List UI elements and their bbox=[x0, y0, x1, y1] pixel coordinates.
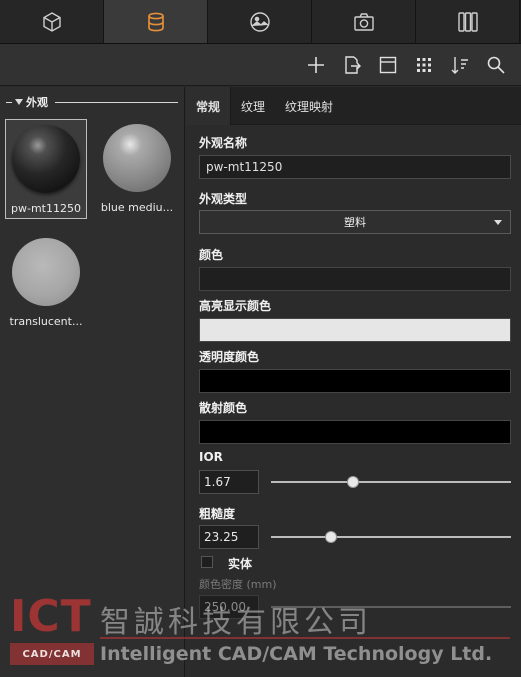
group-divider bbox=[55, 101, 178, 103]
solid-label: 实体 bbox=[228, 557, 253, 571]
image-icon bbox=[249, 11, 270, 32]
appearance-item-name: blue mediu... bbox=[100, 201, 174, 214]
transparency-color-swatch[interactable] bbox=[199, 369, 511, 393]
tab-appearance[interactable] bbox=[104, 0, 208, 43]
panel-icon bbox=[379, 56, 397, 73]
appearance-item-name: pw-mt11250 bbox=[11, 202, 81, 215]
grid-view-icon bbox=[417, 57, 431, 72]
properties-tabs: 常规 纹理 纹理映射 bbox=[186, 87, 521, 125]
color-density-input[interactable]: 250.00 bbox=[199, 595, 259, 619]
appearance-type-label: 外观类型 bbox=[199, 192, 248, 206]
color-swatch[interactable] bbox=[199, 267, 511, 291]
tab-general[interactable]: 常规 bbox=[186, 87, 232, 125]
roughness-input[interactable]: 23.25 bbox=[199, 525, 259, 549]
cube-icon bbox=[42, 11, 61, 32]
scatter-color-swatch[interactable] bbox=[199, 420, 511, 444]
slider-thumb[interactable] bbox=[325, 531, 337, 543]
export-icon bbox=[345, 55, 361, 74]
scatter-color-label: 散射颜色 bbox=[199, 401, 248, 415]
tab-model[interactable] bbox=[0, 0, 104, 43]
search-icon bbox=[487, 56, 505, 74]
appearance-item[interactable]: translucent... bbox=[5, 233, 87, 333]
appearance-properties-panel: 常规 纹理 纹理映射 外观名称 pw-mt11250 外观类型 塑料 颜色 高亮… bbox=[186, 87, 521, 677]
appearance-item[interactable]: pw-mt11250 bbox=[5, 119, 87, 219]
sort-icon bbox=[451, 56, 468, 74]
ior-label: IOR bbox=[199, 450, 223, 464]
export-button[interactable] bbox=[341, 54, 363, 76]
appearance-name-label: 外观名称 bbox=[199, 136, 248, 150]
highlight-color-label: 高亮显示颜色 bbox=[199, 299, 272, 313]
appearance-item-name: translucent... bbox=[9, 315, 83, 328]
group-label: 外观 bbox=[26, 96, 48, 109]
add-button[interactable] bbox=[305, 54, 327, 76]
slider-track bbox=[271, 536, 511, 538]
chevron-down-icon bbox=[494, 220, 502, 225]
slider-thumb[interactable] bbox=[346, 476, 359, 488]
appearance-preview-blue-sphere bbox=[103, 124, 171, 192]
roughness-slider[interactable] bbox=[271, 531, 511, 543]
ior-input[interactable]: 1.67 bbox=[199, 470, 259, 494]
appearance-preview-translucent-sphere bbox=[12, 238, 80, 306]
tab-scene[interactable] bbox=[208, 0, 312, 43]
transparency-color-label: 透明度颜色 bbox=[199, 350, 260, 364]
group-header[interactable]: 外观 bbox=[6, 95, 178, 109]
roughness-label: 粗糙度 bbox=[199, 507, 236, 521]
group-dash bbox=[6, 101, 12, 103]
appearance-item[interactable]: blue mediu... bbox=[96, 119, 178, 219]
color-label: 颜色 bbox=[199, 248, 224, 262]
appearance-type-select[interactable]: 塑料 bbox=[199, 210, 511, 234]
camera-icon bbox=[353, 12, 374, 31]
highlight-color-swatch[interactable] bbox=[199, 318, 511, 342]
slider-track bbox=[271, 606, 511, 608]
tab-layout[interactable] bbox=[416, 0, 520, 43]
sort-button[interactable] bbox=[449, 54, 471, 76]
solid-checkbox[interactable] bbox=[201, 556, 213, 568]
tab-texture[interactable]: 纹理 bbox=[231, 87, 275, 125]
appearance-preview-dark-sphere bbox=[12, 125, 80, 193]
appearance-name-input[interactable]: pw-mt11250 bbox=[199, 155, 511, 179]
library-toolbar bbox=[0, 44, 521, 86]
search-button[interactable] bbox=[485, 54, 507, 76]
slider-track bbox=[271, 481, 511, 483]
chevron-down-icon bbox=[15, 99, 23, 105]
color-density-label: 颜色密度 (mm) bbox=[199, 578, 277, 591]
color-density-slider[interactable] bbox=[271, 601, 511, 613]
add-icon bbox=[308, 56, 324, 73]
columns-icon bbox=[457, 11, 478, 32]
tab-camera[interactable] bbox=[312, 0, 416, 43]
panel-button[interactable] bbox=[377, 54, 399, 76]
top-tab-bar bbox=[0, 0, 521, 44]
grid-view-button[interactable] bbox=[413, 54, 435, 76]
appearance-type-value: 塑料 bbox=[344, 216, 366, 229]
database-icon bbox=[147, 12, 164, 31]
tab-texture-mapping[interactable]: 纹理映射 bbox=[275, 87, 343, 125]
ior-slider[interactable] bbox=[271, 476, 511, 488]
appearance-library-panel: 外观 pw-mt11250 blue mediu... translucent.… bbox=[0, 87, 185, 677]
